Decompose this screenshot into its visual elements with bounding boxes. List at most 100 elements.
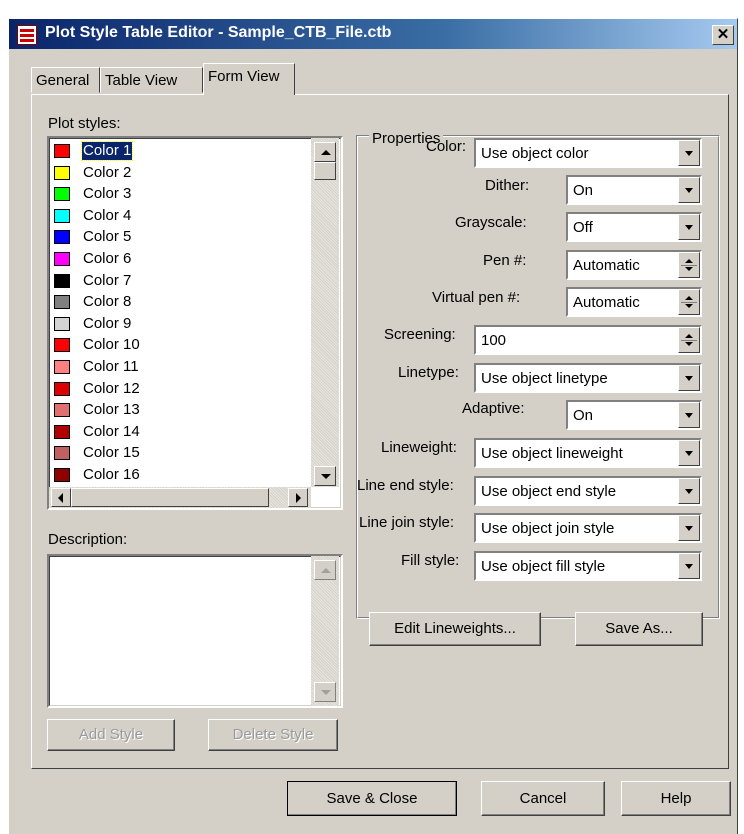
linetype-select[interactable]: Use object linetype bbox=[474, 363, 702, 393]
plot-style-item[interactable]: Color 7 bbox=[49, 271, 309, 293]
save-as-button[interactable]: Save As... bbox=[575, 612, 703, 646]
plot-style-name: Color 6 bbox=[83, 250, 132, 267]
plot-style-name: Color 11 bbox=[83, 358, 139, 375]
chevron-down-icon[interactable] bbox=[678, 214, 700, 240]
line-end-style-label: Line end style: bbox=[357, 477, 454, 494]
description-scrollbar[interactable] bbox=[311, 556, 339, 706]
plot-style-name: Color 8 bbox=[83, 293, 132, 311]
plot-style-name: Color 5 bbox=[83, 228, 132, 246]
plot-styles-list[interactable]: Color 1 Color 2 Color 3 Color 4 Color 5 Color… bbox=[47, 136, 343, 510]
chevron-down-icon[interactable] bbox=[678, 478, 700, 504]
close-icon[interactable]: ✕ bbox=[712, 25, 734, 45]
screening-label: Screening: bbox=[384, 326, 456, 343]
virtual-pen-spinner[interactable]: Automatic bbox=[566, 287, 702, 317]
grayscale-select[interactable]: Off bbox=[566, 212, 702, 242]
cancel-button[interactable]: Cancel bbox=[481, 781, 605, 816]
dither-select[interactable]: On bbox=[566, 175, 702, 205]
chevron-down-icon[interactable] bbox=[678, 365, 700, 391]
plot-style-item[interactable]: Color 15 bbox=[49, 443, 309, 465]
scroll-down-icon[interactable] bbox=[314, 466, 336, 486]
plot-style-name: Color 9 bbox=[83, 314, 132, 332]
color-swatch-icon bbox=[54, 403, 70, 418]
save-close-button[interactable]: Save & Close bbox=[287, 781, 457, 816]
color-swatch-icon bbox=[54, 187, 70, 202]
vertical-scrollbar[interactable] bbox=[311, 138, 339, 487]
desc-scroll-up-icon[interactable] bbox=[314, 560, 336, 580]
grayscale-label: Grayscale: bbox=[455, 214, 527, 231]
color-swatch-icon bbox=[54, 360, 70, 374]
add-style-button[interactable]: Add Style bbox=[47, 719, 175, 751]
color-swatch-icon bbox=[54, 446, 70, 461]
plot-style-item[interactable]: Color 1 bbox=[49, 141, 309, 163]
plot-style-item[interactable]: Color 11 bbox=[49, 357, 309, 379]
horizontal-scrollbar[interactable] bbox=[49, 487, 311, 508]
color-swatch-icon bbox=[54, 273, 70, 288]
scroll-up-icon[interactable] bbox=[314, 142, 336, 162]
pen-spinner[interactable]: Automatic bbox=[566, 250, 702, 280]
color-swatch-icon bbox=[54, 316, 70, 331]
line-join-style-value: Use object join style bbox=[481, 520, 615, 537]
description-label: Description: bbox=[48, 531, 128, 548]
plot-style-item[interactable]: Color 10 bbox=[49, 335, 309, 357]
tab-form-view[interactable]: Form View bbox=[203, 63, 295, 95]
help-button[interactable]: Help bbox=[621, 781, 731, 816]
fill-style-value: Use object fill style bbox=[481, 558, 606, 575]
plot-style-item[interactable]: Color 9 bbox=[49, 314, 309, 336]
plot-style-name: Color 10 bbox=[83, 336, 140, 354]
plot-style-item[interactable]: Color 13 bbox=[49, 400, 309, 422]
scroll-right-icon[interactable] bbox=[288, 488, 308, 507]
edit-lineweights-button[interactable]: Edit Lineweights... bbox=[369, 612, 541, 646]
chevron-down-icon[interactable] bbox=[678, 515, 700, 541]
plot-style-item[interactable]: Color 3 bbox=[49, 184, 309, 206]
plot-style-item[interactable]: Color 16 bbox=[49, 465, 309, 487]
pen-value: Automatic bbox=[573, 257, 640, 274]
plot-style-item[interactable]: Color 8 bbox=[49, 292, 309, 314]
color-swatch-icon bbox=[54, 165, 70, 180]
scroll-left-icon[interactable] bbox=[51, 488, 71, 507]
adaptive-select[interactable]: On bbox=[566, 400, 702, 430]
plot-style-name: Color 13 bbox=[83, 401, 140, 419]
plot-style-name: Color 16 bbox=[83, 466, 140, 483]
scroll-thumb[interactable] bbox=[314, 162, 336, 180]
color-swatch-icon bbox=[54, 468, 70, 482]
h-scroll-thumb[interactable] bbox=[71, 488, 269, 507]
plot-style-item[interactable]: Color 12 bbox=[49, 379, 309, 401]
desc-scroll-down-icon[interactable] bbox=[314, 682, 336, 702]
color-swatch-icon bbox=[54, 230, 70, 245]
spin-arrows-icon[interactable] bbox=[678, 289, 700, 315]
chevron-down-icon[interactable] bbox=[678, 440, 700, 466]
line-join-style-select[interactable]: Use object join style bbox=[474, 513, 702, 543]
plot-style-name: Color 12 bbox=[83, 379, 140, 397]
tab-general[interactable]: General bbox=[31, 67, 100, 93]
line-end-style-value: Use object end style bbox=[481, 483, 617, 500]
linetype-value: Use object linetype bbox=[481, 370, 608, 387]
chevron-down-icon[interactable] bbox=[678, 177, 700, 203]
chevron-down-icon[interactable] bbox=[678, 402, 700, 428]
title-bar[interactable]: Plot Style Table Editor - Sample_CTB_Fil… bbox=[9, 19, 737, 49]
lineweight-select[interactable]: Use object lineweight bbox=[474, 438, 702, 468]
description-textarea[interactable] bbox=[47, 554, 343, 708]
spin-arrows-icon[interactable] bbox=[678, 252, 700, 278]
screening-spinner[interactable]: 100 bbox=[474, 325, 702, 355]
chevron-down-icon[interactable] bbox=[678, 553, 700, 579]
plot-style-name: Color 2 bbox=[83, 163, 132, 181]
spin-arrows-icon[interactable] bbox=[678, 327, 700, 353]
lineweight-label: Lineweight: bbox=[381, 439, 457, 456]
chevron-down-icon[interactable] bbox=[678, 140, 700, 166]
plot-style-item[interactable]: Color 2 bbox=[49, 163, 309, 185]
plot-style-item[interactable]: Color 4 bbox=[49, 206, 309, 228]
grayscale-value: Off bbox=[573, 219, 593, 236]
linetype-label: Linetype: bbox=[398, 364, 459, 381]
tab-table-view[interactable]: Table View bbox=[100, 67, 203, 93]
plot-style-item[interactable]: Color 14 bbox=[49, 422, 309, 444]
color-swatch-icon bbox=[54, 338, 70, 353]
plot-style-item[interactable]: Color 5 bbox=[49, 227, 309, 249]
plot-style-item[interactable]: Color 6 bbox=[49, 249, 309, 271]
color-select[interactable]: Use object color bbox=[474, 138, 702, 168]
delete-style-button[interactable]: Delete Style bbox=[208, 719, 338, 751]
line-end-style-select[interactable]: Use object end style bbox=[474, 476, 702, 506]
plot-style-name: Color 14 bbox=[83, 422, 140, 440]
plot-style-name: Color 7 bbox=[83, 271, 132, 289]
color-swatch-icon bbox=[54, 381, 70, 396]
fill-style-select[interactable]: Use object fill style bbox=[474, 551, 702, 581]
